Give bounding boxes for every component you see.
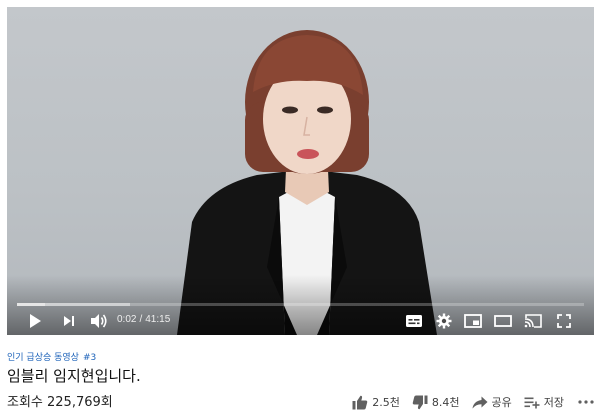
trending-link[interactable]: 인기 급상승 동영상: [7, 353, 79, 363]
dislike-count: 8.4천: [431, 396, 460, 409]
save-button[interactable]: 저장: [524, 394, 564, 410]
share-button[interactable]: 공유: [472, 394, 512, 410]
cast-icon: [524, 314, 542, 328]
like-count: 2.5천: [372, 396, 400, 409]
subtitles-button[interactable]: [404, 312, 424, 330]
gear-icon: [436, 313, 452, 329]
video-title: 임블리 임지현입니다.: [7, 367, 141, 385]
thumbs-up-icon: [352, 395, 368, 409]
time-separator: /: [139, 314, 143, 325]
dislike-button[interactable]: 8.4천: [412, 394, 460, 410]
theater-button[interactable]: [493, 312, 513, 330]
share-icon: [472, 396, 487, 408]
player-controls: 0:02/41:15: [7, 309, 594, 333]
more-horizontal-icon: [578, 400, 594, 404]
thumbs-down-icon: [412, 395, 428, 409]
time-total: 41:15: [145, 314, 171, 325]
miniplayer-icon: [464, 314, 482, 328]
progress-played: [17, 303, 46, 306]
progress-bar[interactable]: [17, 303, 584, 306]
view-count: 조회수 225,769회: [7, 395, 113, 410]
fullscreen-icon: [557, 314, 571, 328]
volume-button[interactable]: [89, 312, 109, 330]
time-current: 0:02: [117, 314, 137, 325]
cast-button[interactable]: [523, 312, 543, 330]
settings-button[interactable]: [434, 312, 454, 330]
theater-icon: [494, 315, 512, 327]
miniplayer-button[interactable]: [463, 312, 483, 330]
like-button[interactable]: 2.5천: [352, 394, 400, 410]
share-label: 공유: [491, 396, 512, 409]
next-icon: [64, 316, 74, 326]
playlist-add-icon: [524, 397, 540, 408]
play-button[interactable]: [25, 312, 45, 330]
trending-rank-link[interactable]: #3: [83, 353, 96, 363]
video-player[interactable]: 0:02/41:15: [7, 7, 594, 335]
volume-icon: [91, 314, 107, 328]
more-actions-button[interactable]: [578, 400, 594, 404]
subtitles-icon: [406, 315, 422, 327]
save-label: 저장: [543, 396, 564, 409]
action-bar: 2.5천 8.4천 공유 저장: [340, 392, 594, 412]
fullscreen-button[interactable]: [554, 312, 574, 330]
next-button[interactable]: [59, 312, 79, 330]
play-icon: [30, 314, 41, 328]
time-display: 0:02/41:15: [117, 314, 170, 325]
hashtag-row: 인기 급상승 동영상 #3: [7, 350, 100, 363]
